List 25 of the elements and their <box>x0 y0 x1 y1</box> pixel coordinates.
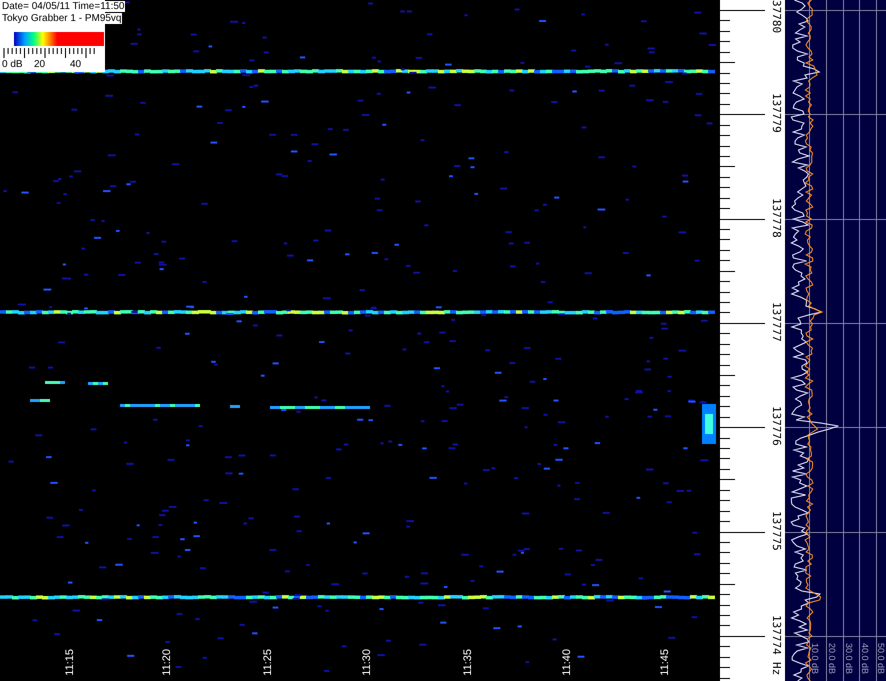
time-label: 11:45 <box>659 649 671 676</box>
scale-label: 20 <box>34 59 46 70</box>
time-label: 11:15 <box>64 649 76 676</box>
db-label: 50.0 dB <box>876 643 885 674</box>
frequency-label: 137774 <box>770 614 782 655</box>
time-label: 11:35 <box>462 649 474 676</box>
date-time-label: Date= 04/05/11 Time=11:50 <box>2 1 124 12</box>
frequency-label: 37780 <box>770 0 782 34</box>
db-label: 30.0 dB <box>844 643 853 674</box>
frequency-label: 137777 <box>770 302 782 342</box>
frequency-label: 137778 <box>770 198 782 238</box>
db-label: 40.0 dB <box>860 643 869 674</box>
frequency-label: 137779 <box>770 93 782 134</box>
time-label: 11:40 <box>561 649 573 676</box>
frequency-label: 137775 <box>770 510 782 550</box>
scale-label: 0 dB <box>2 59 23 70</box>
station-label: Tokyo Grabber 1 - PM95vq <box>2 13 122 24</box>
db-label: 20.0 dB <box>827 643 836 674</box>
unit-label: Hz <box>770 662 782 676</box>
db-label: 10.0 dB <box>810 643 819 674</box>
scale-label: 40 <box>70 59 82 70</box>
time-label: 11:20 <box>161 649 173 676</box>
time-label: 11:30 <box>361 649 373 676</box>
frequency-label: 137776 <box>770 406 782 446</box>
time-label: 11:25 <box>262 649 274 676</box>
